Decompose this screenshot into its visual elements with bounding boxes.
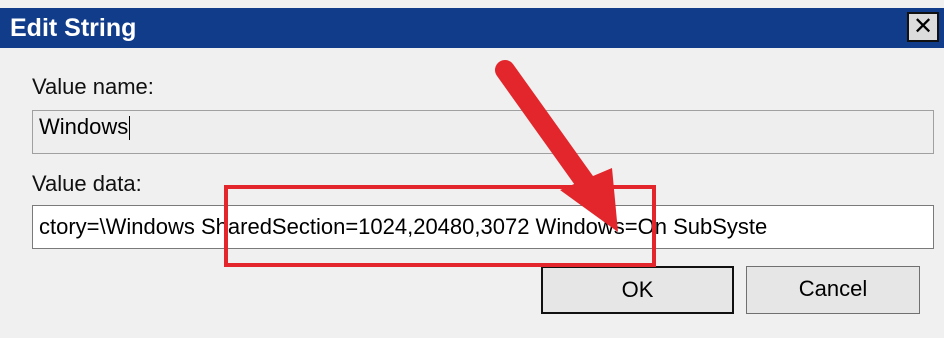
red-arrow-annotation [495,60,618,232]
edit-string-dialog: Edit String ✕ Value name: Windows Value … [0,0,944,338]
arrow-shaft [495,60,605,206]
